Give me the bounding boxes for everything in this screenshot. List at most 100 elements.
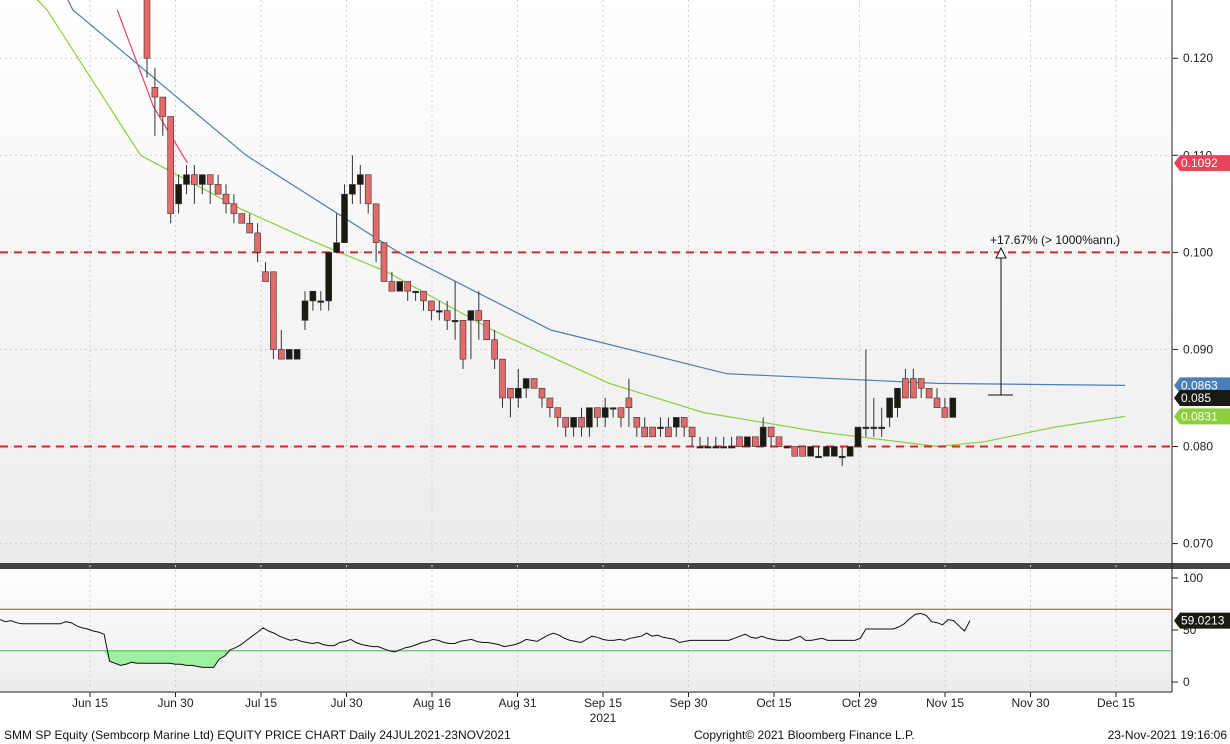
x-tick-label: Oct 29 [842, 696, 878, 710]
candle-body [601, 407, 609, 418]
candle-body [870, 426, 878, 429]
candle-body [522, 378, 530, 389]
candle-body [925, 387, 933, 399]
candle-body [404, 281, 412, 292]
ma-red-tag: 0.1092 [1181, 156, 1218, 170]
candle-body [570, 417, 577, 428]
candle-body [886, 397, 893, 418]
candle-body [435, 310, 443, 313]
candle-body [159, 96, 167, 117]
candle-body [238, 213, 246, 224]
candle-body [649, 426, 656, 438]
equity-price-chart: 0.0700.0800.0900.1000.1100.120Jun 15Jun … [0, 0, 1230, 744]
candle-body [657, 426, 664, 429]
candle-body [609, 407, 617, 410]
candle-body [364, 174, 372, 205]
candle-body [349, 184, 356, 195]
candle-body [641, 426, 649, 438]
candle-body [254, 232, 261, 253]
candle-body [554, 407, 562, 418]
candle-body [428, 300, 435, 311]
candle-body [941, 407, 949, 418]
candle-body [412, 290, 419, 294]
candle-body [846, 446, 854, 457]
candle-body [475, 310, 483, 321]
candle-body [902, 378, 909, 399]
candle-body [167, 116, 174, 214]
ma-green-tag: 0.0831 [1181, 409, 1218, 423]
candle-body [333, 242, 340, 253]
x-tick-label: Nov 30 [1011, 696, 1049, 710]
candle-body [783, 446, 791, 449]
candle-body [214, 184, 222, 195]
x-tick-label: Jul 30 [330, 696, 362, 710]
candle-body [759, 426, 767, 447]
candle-body [191, 174, 198, 185]
y-tick-label: 0.120 [1183, 51, 1213, 65]
candle-body [712, 446, 720, 449]
x-tick-label: Sep 30 [669, 696, 707, 710]
candle-body [751, 436, 759, 447]
x-tick-label: Aug 16 [413, 696, 451, 710]
candle-body [586, 407, 593, 428]
osc-tick-label: 0 [1183, 675, 1190, 689]
osc-tick-label: 100 [1183, 571, 1203, 585]
candle-body [491, 339, 498, 360]
candle-body [222, 193, 230, 205]
candle-body [301, 300, 309, 321]
candle-body [791, 446, 799, 457]
candle-body [894, 387, 901, 408]
candle-body [514, 387, 522, 399]
candle-body [530, 378, 538, 389]
candle-body [744, 436, 751, 447]
footer-security: SMM SP Equity (Sembcorp Marine Ltd) EQUI… [4, 728, 511, 742]
candle-body [736, 436, 743, 447]
candle-body [696, 446, 704, 449]
candle-body [175, 184, 182, 205]
candle-body [617, 407, 625, 418]
panel-divider[interactable] [0, 563, 1230, 569]
footer-timestamp: 23-Nov-2021 19:16:06 [1108, 728, 1228, 742]
candle-body [396, 281, 404, 292]
candle-body [704, 446, 712, 449]
x-tick-label: Aug 31 [498, 696, 536, 710]
measure-label: +17.67% (> 1000%ann.) [990, 233, 1120, 247]
candle-body [546, 397, 554, 408]
candle-body [688, 426, 696, 438]
y-tick-label: 0.090 [1183, 342, 1213, 356]
candle-body [317, 300, 325, 303]
candle-body [680, 417, 688, 428]
y-tick-label: 0.100 [1183, 245, 1213, 259]
candle-body [372, 203, 380, 243]
candle-body [830, 446, 838, 457]
candle-body [459, 320, 467, 360]
x-tick-label: Nov 15 [926, 696, 964, 710]
candle-body [854, 426, 862, 447]
candle-body [443, 310, 451, 321]
candle-body [143, 0, 151, 59]
x-year-label: 2021 [590, 711, 617, 725]
candle-body [277, 349, 285, 360]
candle-body [285, 349, 293, 360]
y-tick-label: 0.070 [1183, 537, 1213, 551]
candle-body [775, 436, 783, 447]
candle-body [380, 242, 388, 282]
x-tick-label: Jun 30 [157, 696, 193, 710]
candle-body [483, 320, 491, 341]
candle-body [507, 387, 514, 399]
candle-body [199, 174, 206, 185]
candle-body [451, 320, 459, 323]
candle-body [578, 417, 585, 428]
candle-body [878, 426, 886, 429]
candle-body [823, 446, 830, 457]
candle-body [230, 203, 238, 214]
candle-body [909, 378, 917, 399]
candle-body [862, 426, 870, 429]
candle-body [633, 417, 641, 428]
candle-body [933, 397, 941, 408]
candle-body [356, 174, 364, 185]
y-tick-label: 0.080 [1183, 440, 1213, 454]
candle-body [728, 446, 735, 449]
candle-body [467, 310, 475, 321]
candle-body [665, 426, 672, 438]
